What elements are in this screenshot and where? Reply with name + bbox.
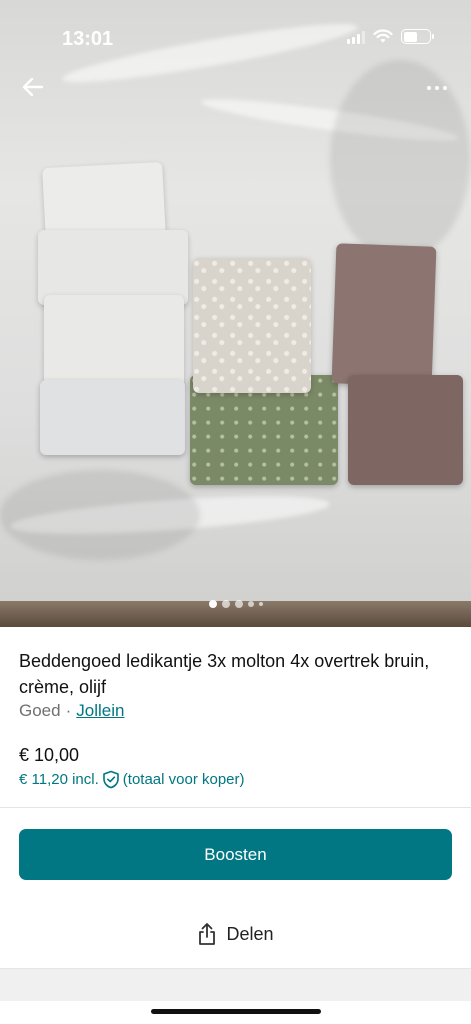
white-molton-stack (40, 380, 185, 455)
pagination-dot-active[interactable] (208, 600, 217, 608)
cream-cover-stack (193, 258, 311, 393)
status-time: 13:01 (62, 28, 114, 50)
brown-cover-stack (348, 375, 463, 485)
white-molton-stack (38, 230, 188, 305)
buyer-protection-price[interactable]: € 11,20 incl. (totaal voor koper) (19, 770, 245, 789)
item-price: € 10,00 (19, 745, 80, 765)
buyer-total-note: (totaal voor koper) (122, 771, 245, 788)
shield-check-icon (102, 770, 119, 789)
brand-link[interactable]: Jollein (76, 701, 124, 721)
back-button[interactable] (14, 70, 52, 104)
pagination-dot[interactable] (247, 601, 254, 607)
brown-cover-stack (331, 243, 437, 387)
status-icons (347, 29, 434, 44)
more-options-button[interactable] (417, 74, 457, 102)
share-icon (199, 923, 216, 945)
home-indicator[interactable] (151, 1009, 321, 1014)
item-condition: Goed (19, 701, 61, 720)
status-bar: 13:01 (0, 0, 471, 64)
share-label: Delen (226, 923, 274, 944)
pagination-dot[interactable] (234, 600, 243, 608)
item-info-section: Beddengoed ledikantje 3x molton 4x overt… (0, 627, 471, 808)
arrow-left-icon (22, 77, 44, 97)
more-horizontal-icon (427, 86, 431, 90)
pagination-dot[interactable] (221, 600, 230, 608)
sheet-shadow (0, 470, 200, 560)
pagination-dot[interactable] (258, 602, 263, 606)
item-photo[interactable] (0, 0, 471, 627)
item-meta: Goed · Jollein (19, 701, 124, 721)
battery-level (403, 31, 418, 42)
share-button[interactable]: Delen (0, 910, 471, 958)
signal-icon (347, 30, 365, 44)
boost-button[interactable]: Boosten (19, 829, 452, 880)
meta-separator: · (65, 701, 72, 720)
price-incl: € 11,20 incl. (19, 771, 99, 788)
white-molton-stack (44, 295, 184, 390)
gallery-pagination (0, 600, 471, 608)
bottom-divider-area (0, 968, 471, 1001)
item-title: Beddengoed ledikantje 3x molton 4x overt… (19, 651, 430, 697)
battery-icon (401, 29, 434, 44)
wifi-icon (373, 29, 393, 43)
